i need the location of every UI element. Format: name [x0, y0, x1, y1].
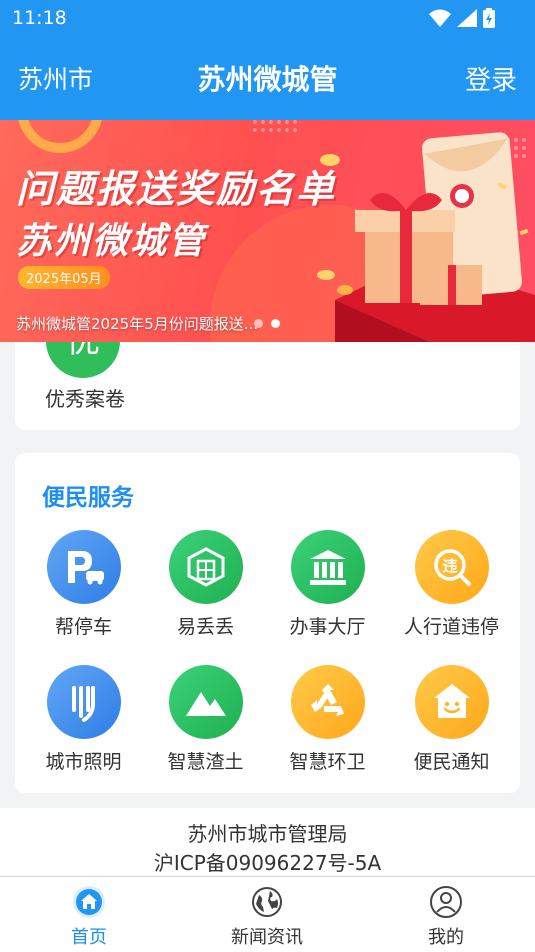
- lighting-icon: [46, 665, 121, 739]
- banner-caption: 苏州微城管2025年5月份问题报送...: [16, 315, 259, 333]
- recycle-icon: [290, 665, 365, 739]
- service-label: 智慧渣土: [167, 751, 244, 773]
- footer-icp[interactable]: 沪ICP备09096227号-5A: [0, 847, 535, 876]
- service-sidewalk-violation[interactable]: 违 人行道违停: [389, 530, 514, 639]
- service-label: 易丢丢: [176, 616, 234, 638]
- service-office-hall[interactable]: 办事大厅: [265, 530, 390, 639]
- service-easy-drop[interactable]: 易丢丢: [143, 530, 268, 639]
- service-smart-sanitation[interactable]: 智慧环卫: [265, 665, 390, 774]
- banner-subtitle: 苏州微城管: [16, 221, 207, 262]
- globe-icon: [252, 887, 282, 917]
- svg-text:违: 违: [442, 557, 457, 575]
- nav-label: 我的: [428, 927, 464, 948]
- battery-icon: [483, 8, 495, 28]
- signal-icon: [457, 9, 477, 27]
- page-title: 苏州微城管: [197, 63, 338, 96]
- home-icon: [73, 886, 105, 918]
- status-icons: [429, 8, 495, 28]
- featured-card: 优 优秀案卷: [15, 342, 520, 430]
- violation-icon: 违: [414, 530, 489, 604]
- excellent-case-icon[interactable]: 优: [46, 342, 120, 378]
- service-smart-muck[interactable]: 智慧渣土: [143, 665, 268, 774]
- wifi-icon: [429, 9, 451, 27]
- service-public-notice[interactable]: 便民通知: [389, 665, 514, 774]
- service-label: 智慧环卫: [289, 751, 366, 773]
- service-label: 城市照明: [45, 751, 122, 773]
- carousel-dot[interactable]: [254, 319, 263, 328]
- banner-date-tag: 2025年05月: [18, 266, 110, 289]
- banner-title: 问题报送奖励名单: [16, 167, 337, 211]
- nav-mine[interactable]: 我的: [386, 877, 506, 949]
- service-label: 帮停车: [54, 616, 112, 638]
- bottom-nav: 首页 新闻资讯 我的: [0, 876, 535, 952]
- carousel-indicator: [254, 319, 280, 328]
- service-parking[interactable]: 帮停车: [21, 530, 146, 639]
- house-smile-icon: [414, 665, 489, 739]
- cube-icon: [168, 530, 243, 604]
- footer-org-name: 苏州市城市管理局: [187, 822, 348, 846]
- nav-label: 新闻资讯: [231, 927, 303, 948]
- service-city-lighting[interactable]: 城市照明: [21, 665, 146, 774]
- service-label: 办事大厅: [289, 616, 366, 638]
- nav-news[interactable]: 新闻资讯: [207, 877, 327, 949]
- user-icon: [430, 886, 462, 918]
- service-label: 人行道违停: [403, 616, 499, 638]
- hall-icon: [290, 530, 365, 604]
- convenience-services-card: 便民服务 帮停车 易丢丢 办事大厅 违 人行道违停 城市照明 智慧渣土 智慧环卫…: [15, 453, 520, 793]
- footer-info: 苏州市城市管理局 沪ICP备09096227号-5A: [0, 808, 535, 875]
- nav-home[interactable]: 首页: [29, 877, 149, 949]
- app-header: 苏州市 苏州微城管 登录: [0, 36, 535, 120]
- status-time: 11:18: [12, 7, 67, 29]
- carousel-dot-active[interactable]: [271, 319, 280, 328]
- status-bar: 11:18: [0, 0, 535, 36]
- mountain-icon: [168, 665, 243, 739]
- login-button[interactable]: 登录: [465, 60, 517, 97]
- excellent-case-label[interactable]: 优秀案卷: [45, 383, 125, 412]
- section-title: 便民服务: [42, 485, 134, 511]
- service-label: 便民通知: [413, 751, 490, 773]
- nav-label: 首页: [71, 927, 107, 948]
- promo-banner[interactable]: 问题报送奖励名单 苏州微城管 2025年05月 苏州微城管2025年5月份问题报…: [0, 120, 535, 342]
- parking-icon: [46, 530, 121, 604]
